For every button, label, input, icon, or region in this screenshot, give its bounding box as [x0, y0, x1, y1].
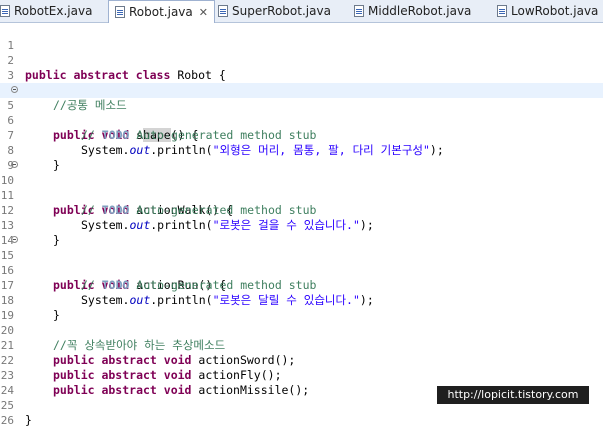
- code-line[interactable]: 21 public abstract void actionSword();: [0, 323, 603, 367]
- fold-toggle-icon[interactable]: [11, 86, 18, 93]
- code-line[interactable]: 6 // TODO Auto-generated method stub: [0, 98, 603, 142]
- code-line[interactable]: 15 public void actionRun() {: [0, 233, 603, 292]
- code-line[interactable]: 8 }: [0, 128, 603, 172]
- tab-label: RobotEx.java: [14, 3, 93, 18]
- code-line[interactable]: 7 System.out.println("외형은 머리, 몸통, 팔, 다리 …: [0, 113, 603, 157]
- fold-toggle-icon[interactable]: [11, 161, 18, 168]
- code-line[interactable]: 12 System.out.println("로봇은 걸을 수 있습니다.");: [0, 188, 603, 232]
- code-line[interactable]: 18 }: [0, 278, 603, 322]
- code-line[interactable]: 11 // TODO Auto-generated method stub: [0, 173, 603, 217]
- close-icon[interactable]: ✕: [199, 6, 208, 19]
- code-line[interactable]: 23 public abstract void actionMissile();: [0, 353, 603, 397]
- code-line[interactable]: 9: [0, 143, 603, 172]
- code-line[interactable]: 13 }: [0, 203, 603, 247]
- code-line[interactable]: 19: [0, 293, 603, 322]
- tab-label: MiddleRobot.java: [368, 3, 472, 18]
- code-line[interactable]: 10 public void actionWalk() {: [0, 158, 603, 217]
- code-line[interactable]: 4 //공통 메소드: [0, 68, 603, 112]
- code-editor[interactable]: 1 2 public abstract class Robot { 3 4 //…: [0, 23, 603, 427]
- line-number: 26: [0, 414, 14, 427]
- code-line[interactable]: 14: [0, 218, 603, 247]
- tab-robotex[interactable]: RobotEx.java: [0, 0, 92, 21]
- code-line[interactable]: 2 public abstract class Robot {: [0, 38, 603, 82]
- tab-label: SuperRobot.java: [232, 3, 331, 18]
- fold-toggle-icon[interactable]: [11, 236, 18, 243]
- java-file-icon: [0, 4, 10, 17]
- tab-robot[interactable]: Robot.java ✕: [108, 0, 215, 23]
- code-line[interactable]: 17 System.out.println("로봇은 달릴 수 있습니다.");: [0, 263, 603, 307]
- editor-tab-bar: RobotEx.java Robot.java ✕ SuperRobot.jav…: [0, 0, 603, 23]
- tab-lowrobot[interactable]: LowRobot.java: [497, 0, 598, 21]
- java-file-icon: [218, 4, 228, 17]
- code-line[interactable]: 24: [0, 368, 603, 397]
- tab-middlerobot[interactable]: MiddleRobot.java: [354, 0, 471, 21]
- code-line[interactable]: 1: [0, 23, 603, 52]
- tab-superrobot[interactable]: SuperRobot.java: [218, 0, 331, 21]
- tab-label: Robot.java: [129, 5, 193, 19]
- java-file-icon: [497, 4, 507, 17]
- watermark: http://lopicit.tistory.com: [437, 386, 589, 404]
- tab-label: LowRobot.java: [511, 3, 599, 18]
- code-line[interactable]: 16 // TODO Auto-generated method stub: [0, 248, 603, 292]
- code-line[interactable]: 22 public abstract void actionFly();: [0, 338, 603, 382]
- java-file-icon: [115, 6, 125, 18]
- code-line[interactable]: 20 //꼭 상속받아야 하는 추상메소드: [0, 308, 603, 352]
- java-file-icon: [354, 4, 364, 17]
- code-line[interactable]: 3: [0, 53, 603, 82]
- current-code-line[interactable]: 5 public void shape() {: [0, 83, 603, 142]
